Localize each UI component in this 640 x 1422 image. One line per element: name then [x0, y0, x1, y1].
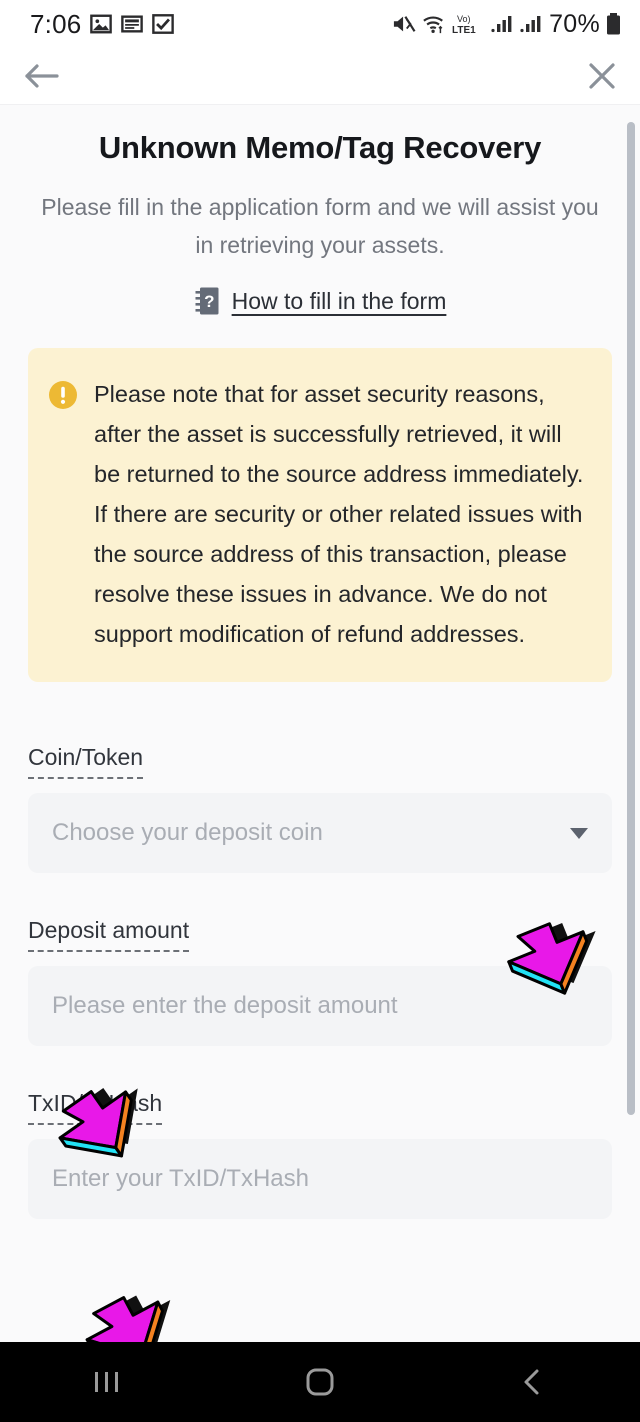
coin-token-select[interactable]: Choose your deposit coin	[28, 793, 612, 873]
warning-banner: Please note that for asset security reas…	[28, 348, 612, 682]
status-time: 7:06	[30, 8, 82, 39]
status-bar: 7:06 Vo) LTE1 70%	[0, 0, 640, 48]
chevron-down-icon	[570, 827, 588, 839]
volte-lte1-icon: Vo) LTE1	[452, 14, 476, 36]
back-icon	[524, 1369, 539, 1395]
recents-button[interactable]	[0, 1367, 213, 1397]
news-list-icon	[121, 15, 144, 33]
checkbox-checked-icon	[152, 14, 175, 34]
home-button[interactable]	[213, 1365, 426, 1399]
svg-text:?: ?	[204, 292, 214, 311]
close-icon	[589, 63, 615, 89]
svg-text:Vo): Vo)	[457, 14, 471, 24]
field-label-coin-token: Coin/Token	[28, 744, 144, 779]
page-subtitle: Please fill in the application form and …	[41, 194, 599, 258]
back-button[interactable]	[24, 61, 60, 91]
warning-text: Please note that for asset security reas…	[94, 381, 584, 647]
page-title: Unknown Memo/Tag Recovery	[98, 130, 542, 165]
txid-txhash-input[interactable]: Enter your TxID/TxHash	[28, 1139, 612, 1219]
wifi-icon	[423, 16, 443, 34]
field-label-deposit-amount: Deposit amount	[28, 917, 190, 952]
field-deposit-amount: Deposit amount Please enter the deposit …	[28, 917, 612, 1046]
signal-bars-2-icon	[520, 16, 541, 33]
gallery-icon	[90, 14, 113, 34]
svg-text:LTE1: LTE1	[452, 25, 476, 36]
how-to-fill-label: How to fill in the form	[231, 287, 447, 314]
app-bar	[0, 48, 640, 105]
recents-icon	[94, 1372, 118, 1392]
arrow-left-icon	[25, 64, 59, 88]
phone-screen: 7:06 Vo) LTE1 70% Unknown Memo/Tag Recov…	[0, 0, 640, 1422]
battery-icon	[607, 13, 620, 35]
android-nav-bar	[0, 1342, 640, 1422]
txid-txhash-placeholder: Enter your TxID/TxHash	[52, 1165, 309, 1192]
coin-token-placeholder: Choose your deposit coin	[52, 819, 323, 846]
scroll-content[interactable]: Unknown Memo/Tag Recovery Please fill in…	[0, 105, 640, 1342]
how-to-fill-link[interactable]: ? How to fill in the form	[28, 286, 612, 316]
status-bar-right: Vo) LTE1 70%	[392, 10, 622, 39]
field-coin-token: Coin/Token Choose your deposit coin	[28, 744, 612, 873]
battery-percent: 70%	[549, 9, 600, 38]
mute-icon	[393, 16, 416, 32]
deposit-amount-input[interactable]: Please enter the deposit amount	[28, 966, 612, 1046]
status-bar-left: 7:06	[30, 8, 175, 40]
guide-book-question-icon: ?	[195, 287, 219, 315]
deposit-amount-placeholder: Please enter the deposit amount	[52, 992, 398, 1019]
field-txid-txhash: TxID/TxHash Enter your TxID/TxHash	[28, 1090, 612, 1219]
home-icon	[306, 1368, 334, 1396]
signal-bars-icon	[491, 16, 512, 33]
close-button[interactable]	[586, 60, 618, 92]
exclamation-circle-icon	[48, 380, 78, 654]
field-label-txid-txhash: TxID/TxHash	[28, 1090, 163, 1125]
back-nav-button[interactable]	[427, 1366, 640, 1398]
vertical-scrollbar[interactable]	[627, 122, 635, 1115]
